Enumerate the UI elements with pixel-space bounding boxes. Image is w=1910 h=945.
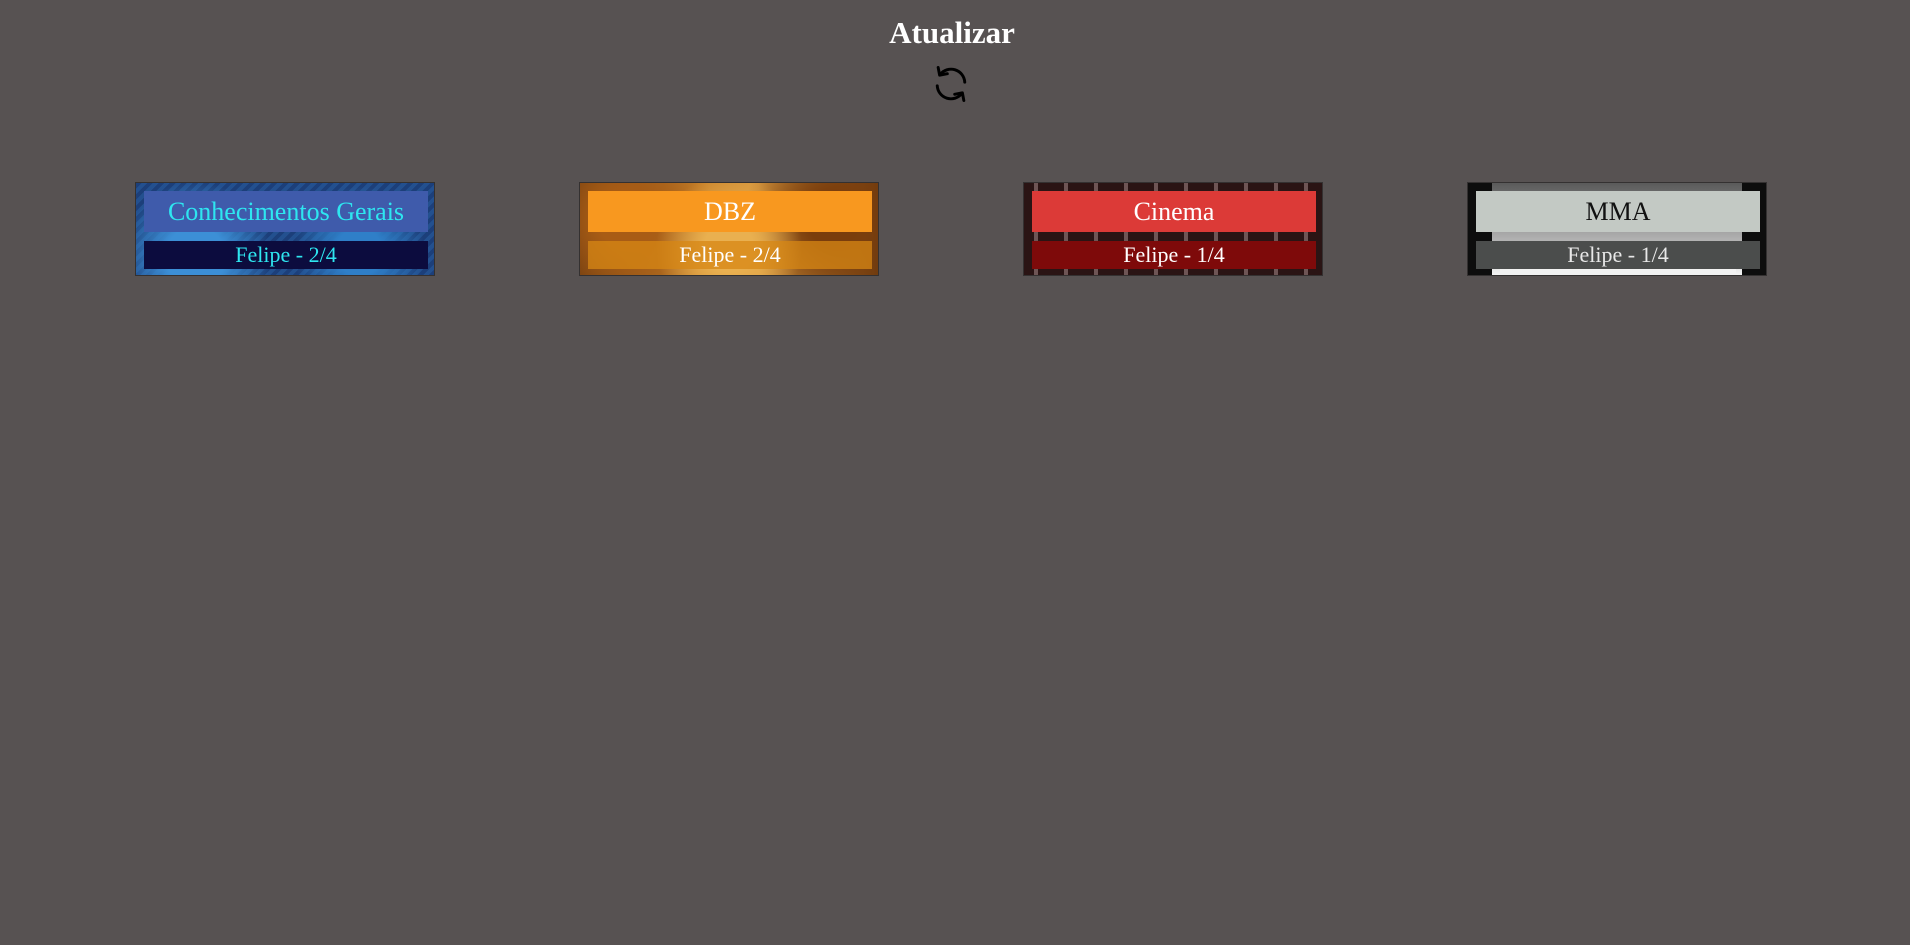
quiz-card-conhecimentos-gerais[interactable]: Conhecimentos Gerais Felipe - 2/4 <box>135 182 435 276</box>
refresh-icon[interactable] <box>929 62 973 106</box>
card-subtitle: Felipe - 2/4 <box>144 241 428 269</box>
card-subtitle: Felipe - 2/4 <box>588 241 872 269</box>
card-title: Conhecimentos Gerais <box>144 191 428 232</box>
card-background-strip <box>1500 269 1736 275</box>
card-subtitle: Felipe - 1/4 <box>1476 241 1760 269</box>
card-title: Cinema <box>1032 191 1316 232</box>
page-title: Atualizar <box>889 15 1015 50</box>
card-title: MMA <box>1476 191 1760 232</box>
quiz-card-mma[interactable]: MMA Felipe - 1/4 <box>1467 182 1767 276</box>
quiz-card-dbz[interactable]: DBZ Felipe - 2/4 <box>579 182 879 276</box>
card-subtitle: Felipe - 1/4 <box>1032 241 1316 269</box>
card-title: DBZ <box>588 191 872 232</box>
quiz-card-cinema[interactable]: Cinema Felipe - 1/4 <box>1023 182 1323 276</box>
quiz-card-list: Conhecimentos Gerais Felipe - 2/4 DBZ Fe… <box>0 182 1910 276</box>
